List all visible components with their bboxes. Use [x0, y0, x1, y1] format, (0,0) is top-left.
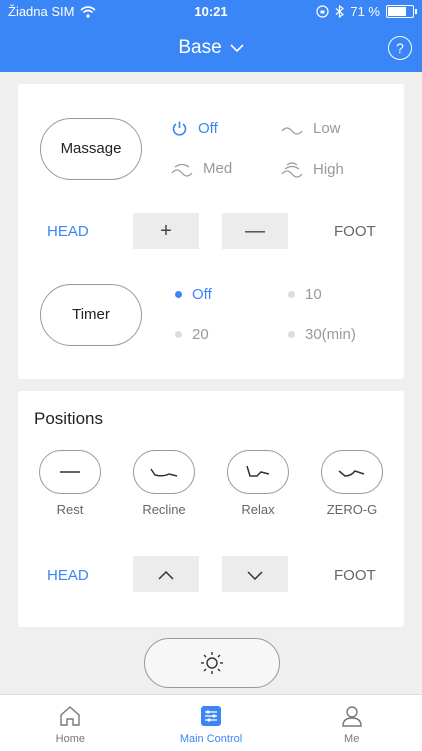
chevron-down-icon: [247, 571, 263, 581]
title-dropdown[interactable]: Base: [0, 32, 422, 64]
tab-main-control[interactable]: Main Control: [141, 695, 282, 751]
massage-high-label: High: [313, 160, 344, 178]
tab-me[interactable]: Me: [281, 695, 422, 751]
power-icon: [172, 121, 187, 136]
page-title: Base: [178, 37, 222, 58]
radio-dot: [288, 331, 295, 338]
bed-relax-icon: [246, 465, 270, 477]
massage-high[interactable]: High: [281, 160, 344, 178]
massage-off[interactable]: Off: [171, 120, 218, 137]
position-rest[interactable]: Rest: [39, 450, 101, 517]
status-right: 71 %: [316, 4, 417, 19]
timer-30[interactable]: 30(min): [288, 326, 356, 343]
position-recline-label: Recline: [142, 502, 186, 517]
bed-zero-g-icon: [338, 470, 365, 477]
tab-main-control-label: Main Control: [179, 733, 243, 745]
light-button[interactable]: [144, 638, 280, 688]
tab-home[interactable]: Home: [0, 695, 141, 751]
tab-home-label: Home: [55, 733, 85, 745]
timer-30-label: 30(min): [305, 326, 356, 343]
radio-dot: [288, 291, 295, 298]
position-zero-g[interactable]: ZERO-G: [321, 450, 383, 517]
timer-10[interactable]: 10: [288, 286, 322, 303]
wave-high-icon: [281, 162, 303, 178]
head-label: HEAD: [47, 223, 89, 240]
orientation-lock-icon: [316, 5, 329, 18]
radio-dot: [175, 331, 182, 338]
foot-label: FOOT: [334, 567, 376, 584]
head-down-button[interactable]: [222, 556, 288, 592]
massage-med[interactable]: Med: [171, 160, 232, 177]
timer-20-label: 20: [192, 326, 209, 343]
massage-low-label: Low: [313, 120, 341, 137]
sliders-icon: [201, 706, 221, 726]
home-icon: [60, 706, 81, 726]
header: Žiadna SIM 10:21 71 % Base ?: [0, 0, 422, 72]
chevron-up-icon: [158, 570, 174, 580]
position-zero-g-label: ZERO-G: [326, 502, 378, 517]
decrease-button[interactable]: —: [222, 213, 288, 249]
massage-low[interactable]: Low: [281, 120, 341, 137]
bed-flat-icon: [60, 471, 80, 473]
bluetooth-icon: [335, 5, 345, 18]
positions-card: Positions Rest Recline Relax ZERO-G HEAD…: [18, 391, 404, 627]
position-relax[interactable]: Relax: [227, 450, 289, 517]
massage-off-label: Off: [198, 120, 218, 137]
massage-card: Massage Off Low Med High HEAD + — FOOT T…: [18, 84, 404, 379]
timer-off-label: Off: [192, 286, 212, 303]
user-icon: [341, 706, 362, 727]
head-label: HEAD: [47, 567, 89, 584]
head-up-button[interactable]: [133, 556, 199, 592]
massage-med-label: Med: [203, 160, 233, 177]
chevron-down-icon: [230, 43, 244, 52]
wave-low-icon: [281, 126, 303, 135]
foot-label: FOOT: [334, 223, 376, 240]
position-rest-label: Rest: [56, 502, 84, 517]
increase-button[interactable]: +: [133, 213, 199, 249]
positions-title: Positions: [34, 409, 103, 428]
status-bar: Žiadna SIM 10:21 71 %: [0, 0, 422, 24]
radio-dot: [175, 291, 182, 298]
timer-button[interactable]: Timer: [40, 284, 142, 346]
timer-20[interactable]: 20: [175, 326, 209, 343]
tab-bar: Home Main Control Me: [0, 694, 422, 751]
wave-med-icon: [171, 163, 193, 177]
position-relax-label: Relax: [241, 502, 275, 517]
position-recline[interactable]: Recline: [133, 450, 195, 517]
timer-10-label: 10: [305, 286, 322, 303]
battery-percent: 71 %: [350, 4, 380, 19]
timer-off[interactable]: Off: [175, 286, 212, 303]
bed-recline-icon: [150, 468, 178, 477]
sun-icon: [201, 652, 223, 674]
massage-button[interactable]: Massage: [40, 118, 142, 180]
tab-me-label: Me: [344, 733, 360, 745]
battery-icon: [386, 5, 417, 18]
help-icon[interactable]: ?: [388, 36, 412, 60]
